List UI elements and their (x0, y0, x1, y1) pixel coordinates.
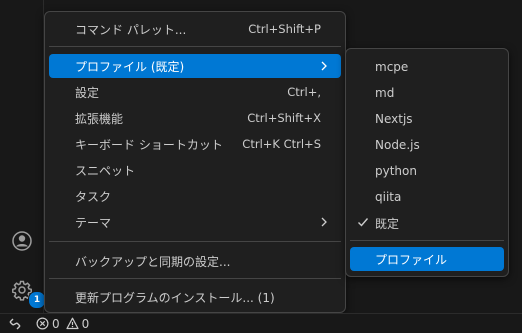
menu-item-label: 拡張機能 (75, 111, 124, 126)
manage-gear-button[interactable]: 1 (10, 278, 46, 309)
profile-label: mcpe (375, 60, 409, 74)
menu-item-label: タスク (75, 189, 112, 204)
profile-label: プロファイル (375, 252, 448, 267)
menu-item-label: キーボード ショートカット (75, 137, 223, 152)
profile-item-nodejs[interactable]: Node.js (350, 133, 504, 157)
profile-label: Node.js (375, 138, 420, 152)
profile-label: python (375, 164, 417, 178)
menu-item-label: スニペット (75, 163, 136, 178)
menu-item-label: バックアップと同期の設定... (75, 254, 231, 269)
warning-count: 0 (81, 316, 90, 331)
menu-item-keyboard-shortcuts[interactable]: キーボード ショートカット Ctrl+K Ctrl+S (49, 132, 341, 156)
menu-item-label: コマンド パレット... (75, 22, 187, 37)
menu-separator (49, 46, 341, 47)
profile-label: qiita (375, 190, 402, 204)
shortcut-label: Ctrl+Shift+X (247, 111, 321, 125)
profile-label: 既定 (375, 216, 400, 231)
status-bar: 0 0 (0, 313, 522, 333)
manage-menu: コマンド パレット... Ctrl+Shift+P プロファイル (既定) 設定… (44, 11, 346, 313)
warning-icon (66, 317, 79, 330)
menu-separator (49, 278, 341, 279)
menu-item-label: 設定 (75, 85, 100, 100)
profile-label: md (375, 86, 395, 100)
menu-separator (350, 240, 504, 241)
profile-item-python[interactable]: python (350, 159, 504, 183)
activity-bar: 1 (0, 0, 46, 313)
menu-separator (49, 241, 341, 242)
error-count: 0 (52, 316, 60, 331)
remote-icon (9, 318, 21, 329)
menu-item-profiles[interactable]: プロファイル (既定) (49, 54, 341, 78)
menu-item-command-palette[interactable]: コマンド パレット... Ctrl+Shift+P (49, 17, 341, 41)
profile-item-default[interactable]: 既定 (350, 211, 504, 235)
chevron-right-icon (319, 59, 329, 76)
menu-item-tasks[interactable]: タスク (49, 184, 341, 208)
menu-item-label: テーマ (75, 215, 112, 230)
profiles-submenu: mcpe md Nextjs Node.js python qiita 既定 プ… (345, 48, 509, 277)
menu-item-label: 更新プログラムのインストール... (1) (75, 290, 275, 305)
profile-label: Nextjs (375, 112, 413, 126)
shortcut-label: Ctrl+K Ctrl+S (242, 137, 321, 151)
account-icon[interactable] (10, 229, 34, 253)
remote-indicator[interactable] (0, 314, 30, 333)
menu-item-themes[interactable]: テーマ (49, 210, 341, 234)
profile-item-nextjs[interactable]: Nextjs (350, 107, 504, 131)
chevron-right-icon (319, 215, 329, 232)
shortcut-label: Ctrl+, (287, 85, 321, 99)
error-icon (36, 317, 49, 330)
menu-item-settings[interactable]: 設定 Ctrl+, (49, 80, 341, 104)
profile-item-profiles[interactable]: プロファイル (350, 247, 504, 271)
check-icon (357, 216, 369, 231)
menu-item-label: プロファイル (既定) (75, 59, 185, 74)
problems-indicator[interactable]: 0 0 (30, 314, 98, 333)
menu-item-install-update[interactable]: 更新プログラムのインストール... (1) (49, 285, 341, 309)
profile-item-mcpe[interactable]: mcpe (350, 55, 504, 79)
menu-item-extensions[interactable]: 拡張機能 Ctrl+Shift+X (49, 106, 341, 130)
menu-item-snippets[interactable]: スニペット (49, 158, 341, 182)
profile-item-md[interactable]: md (350, 81, 504, 105)
profile-item-qiita[interactable]: qiita (350, 185, 504, 209)
menu-item-backup-sync[interactable]: バックアップと同期の設定... (49, 249, 341, 273)
shortcut-label: Ctrl+Shift+P (248, 22, 321, 36)
